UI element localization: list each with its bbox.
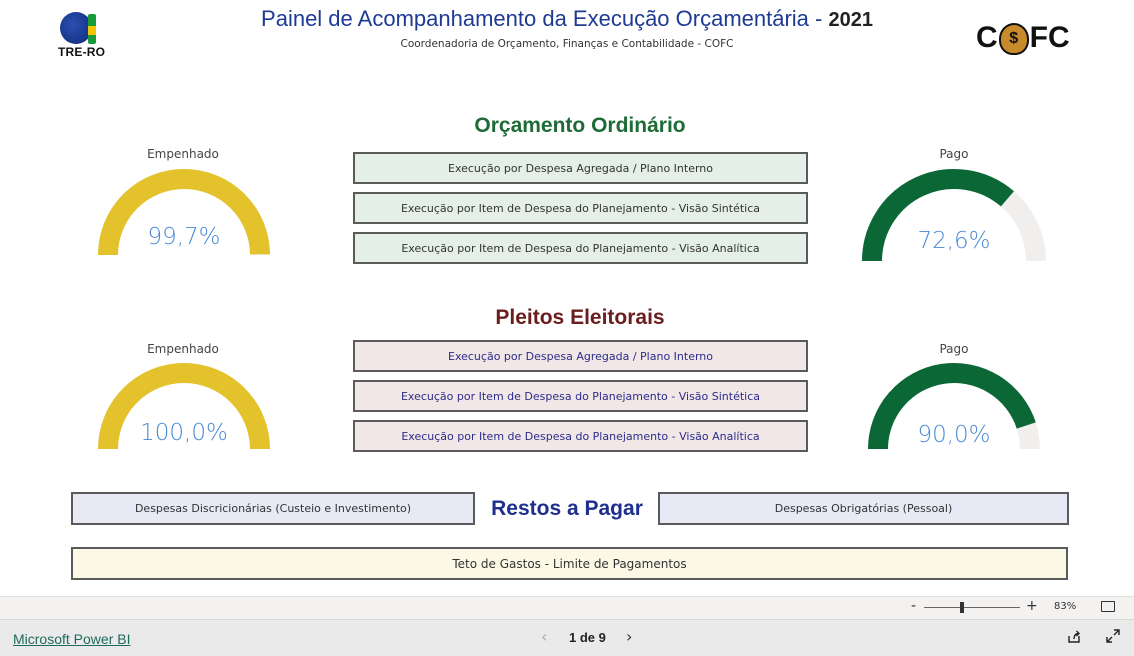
page-title-year: 2021 bbox=[828, 9, 873, 31]
fullscreen-icon[interactable] bbox=[1106, 629, 1120, 643]
cofc-logo-c: C bbox=[976, 21, 998, 54]
gauge-label-empenhado: Empenhado bbox=[147, 147, 219, 161]
zoom-in-button[interactable]: + bbox=[1026, 598, 1038, 614]
page-indicator: 1 de 9 bbox=[569, 630, 606, 645]
button-pleitos-visao-sintetica[interactable]: Execução por Item de Despesa do Planejam… bbox=[353, 380, 808, 412]
zoom-out-button[interactable]: - bbox=[911, 598, 916, 614]
button-despesas-obrigatorias[interactable]: Despesas Obrigatórias (Pessoal) bbox=[658, 492, 1069, 525]
tre-ro-logo-text: TRE-RO bbox=[58, 45, 106, 59]
button-ordinario-despesa-agregada[interactable]: Execução por Despesa Agregada / Plano In… bbox=[353, 152, 808, 184]
section-title-orcamento-ordinario: Orçamento Ordinário bbox=[474, 114, 686, 137]
microsoft-power-bi-link[interactable]: Microsoft Power BI bbox=[13, 631, 130, 647]
previous-page-button[interactable]: ‹ bbox=[541, 627, 547, 646]
zoom-slider-track[interactable] bbox=[924, 607, 1020, 608]
button-ordinario-visao-sintetica[interactable]: Execução por Item de Despesa do Planejam… bbox=[353, 192, 808, 224]
gauge-value-pago: 90,0% bbox=[917, 422, 991, 448]
page-subtitle: Coordenadoria de Orçamento, Finanças e C… bbox=[400, 38, 734, 50]
gauge-label-pago: Pago bbox=[939, 147, 969, 161]
gauge-label-pago: Pago bbox=[939, 342, 969, 356]
share-icon[interactable] bbox=[1067, 630, 1081, 644]
tre-ro-logo: TRE-RO bbox=[58, 12, 114, 60]
flag-stripe-icon bbox=[88, 14, 96, 44]
section-title-pleitos-eleitorais: Pleitos Eleitorais bbox=[495, 306, 665, 329]
bottom-bar bbox=[0, 619, 1134, 656]
cofc-logo: C $ FC bbox=[976, 20, 1070, 56]
button-ordinario-visao-analitica[interactable]: Execução por Item de Despesa do Planejam… bbox=[353, 232, 808, 264]
next-page-button[interactable]: › bbox=[626, 627, 632, 646]
button-despesas-discricionarias[interactable]: Despesas Discricionárias (Custeio e Inve… bbox=[71, 492, 475, 525]
gauge-value-empenhado: 100,0% bbox=[140, 420, 228, 446]
money-bag-icon: $ bbox=[998, 23, 1029, 55]
gauge-value-pago: 72,6% bbox=[917, 228, 991, 254]
button-pleitos-despesa-agregada[interactable]: Execução por Despesa Agregada / Plano In… bbox=[353, 340, 808, 372]
cofc-logo-fc: FC bbox=[1029, 21, 1070, 54]
fit-to-page-icon[interactable] bbox=[1101, 601, 1115, 612]
zoom-level-value: 83% bbox=[1054, 601, 1077, 612]
zoom-slider-thumb[interactable] bbox=[960, 602, 964, 613]
button-teto-de-gastos[interactable]: Teto de Gastos - Limite de Pagamentos bbox=[71, 547, 1068, 580]
button-pleitos-visao-analitica[interactable]: Execução por Item de Despesa do Planejam… bbox=[353, 420, 808, 452]
page-title-text: Painel de Acompanhamento da Execução Orç… bbox=[261, 6, 829, 31]
gauge-value-empenhado: 99,7% bbox=[147, 224, 221, 250]
section-title-restos-a-pagar: Restos a Pagar bbox=[491, 497, 643, 520]
page-title: Painel de Acompanhamento da Execução Orç… bbox=[150, 6, 984, 32]
gauge-label-empenhado: Empenhado bbox=[147, 342, 219, 356]
